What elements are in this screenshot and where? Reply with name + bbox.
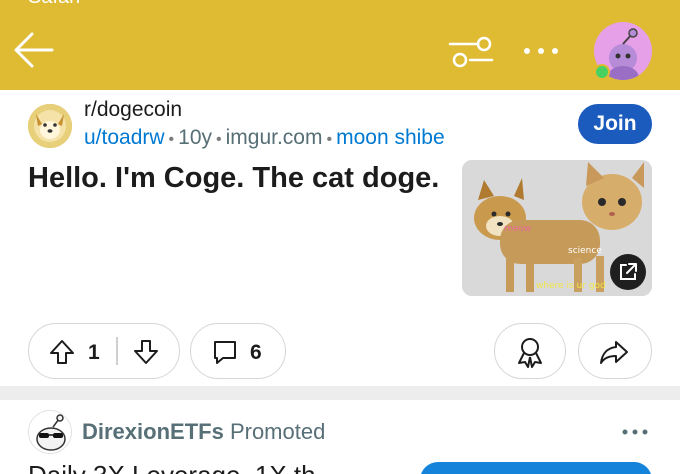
promoted-text[interactable]: Daily 3X Leverage, 1X th: [28, 460, 316, 474]
thumbnail-text-where: where is ur god: [536, 281, 606, 291]
meta-separator: •: [216, 131, 222, 148]
upvote-icon[interactable]: [48, 338, 76, 366]
vote-divider: [116, 337, 118, 365]
status-back-label[interactable]: Safari: [28, 0, 80, 9]
top-header: Safari: [0, 0, 680, 90]
advertiser-name[interactable]: DirexionETFs: [82, 419, 224, 444]
thumbnail-text-meow: meow: [504, 224, 532, 234]
vote-count: 1: [88, 341, 100, 364]
post-author[interactable]: u/toadrw: [84, 126, 165, 149]
post-meta: u/toadrw • 10y • imgur.com • moon shibe: [84, 126, 445, 150]
promoted-label: Promoted: [229, 419, 326, 444]
subreddit-icon[interactable]: [28, 104, 72, 148]
meta-separator: •: [168, 131, 175, 148]
user-avatar[interactable]: [594, 22, 654, 82]
subreddit-name[interactable]: r/dogecoin: [84, 98, 182, 122]
ellipsis-icon[interactable]: [620, 426, 650, 438]
downvote-icon[interactable]: [132, 338, 160, 366]
external-link-button[interactable]: [610, 254, 646, 290]
feed-separator: [0, 386, 680, 400]
comment-count: 6: [250, 341, 262, 364]
post-title[interactable]: Hello. I'm Coge. The cat doge.: [28, 160, 448, 196]
comment-icon: [214, 341, 236, 364]
online-status-dot: [594, 64, 610, 80]
join-button[interactable]: Join: [578, 104, 652, 144]
post-age: 10y: [178, 126, 213, 149]
post-domain[interactable]: imgur.com: [226, 126, 323, 149]
meta-separator: •: [326, 131, 333, 148]
ellipsis-icon[interactable]: [518, 38, 564, 64]
advertiser-avatar[interactable]: [28, 410, 72, 454]
external-link-icon: [620, 263, 637, 280]
share-icon: [600, 341, 628, 364]
promoted-cta-button[interactable]: [420, 462, 652, 474]
arrow-left-icon[interactable]: [12, 28, 56, 72]
post-flair[interactable]: moon shibe: [336, 126, 445, 149]
sliders-icon[interactable]: [448, 32, 494, 72]
thumbnail-text-science: science: [568, 246, 602, 256]
award-icon: [518, 338, 542, 368]
promoted-header: DirexionETFs Promoted: [82, 419, 325, 445]
